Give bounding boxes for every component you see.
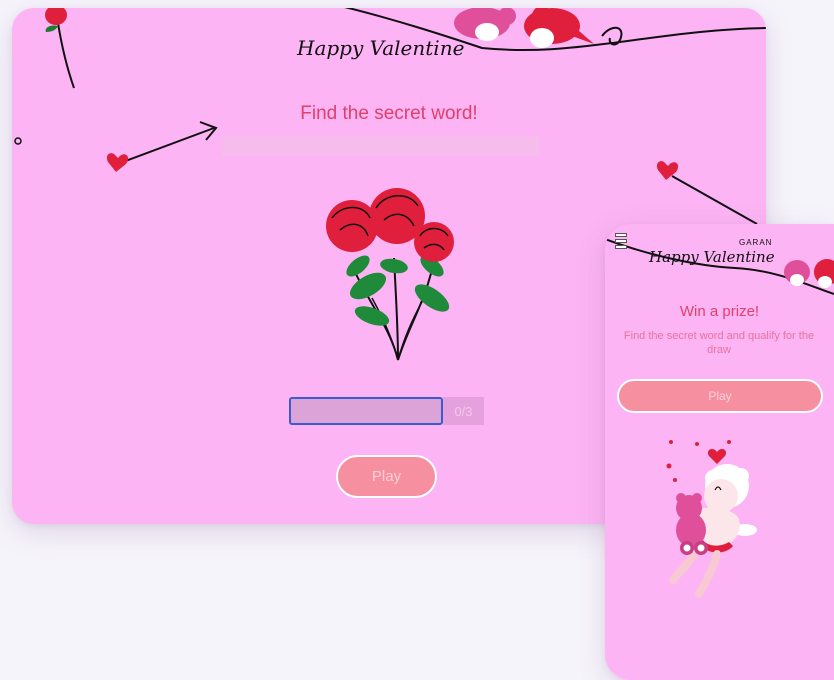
secret-word-input[interactable] xyxy=(289,397,443,425)
happy-valentine-banner: Happy Valentine xyxy=(649,248,775,266)
heart-arrow-icon xyxy=(106,121,218,172)
play-button[interactable]: Play xyxy=(336,455,437,498)
menu-icon[interactable] xyxy=(615,233,627,249)
love-birds-icon xyxy=(454,8,594,48)
page-title: Find the secret word! xyxy=(300,103,478,124)
play-button[interactable]: Play xyxy=(617,379,823,413)
rose-bouquet-icon xyxy=(326,188,454,361)
brand-label: GARAN xyxy=(739,238,773,247)
attempts-counter: 0/3 xyxy=(443,397,484,425)
mobile-decorations xyxy=(605,238,834,598)
heart-arrow-icon xyxy=(656,161,758,225)
rose-icon xyxy=(45,8,75,89)
prize-title: Win a prize! xyxy=(679,303,760,320)
prize-subtitle: Find the secret word and qualify for the… xyxy=(623,330,815,356)
love-birds-icon xyxy=(784,259,834,288)
mobile-preview: Happy Valentine GARAN Win a prize! Find … xyxy=(605,224,834,680)
happy-valentine-banner: Happy Valentine xyxy=(297,36,465,60)
cupid-teddy-icon xyxy=(666,440,757,598)
secret-word-hint xyxy=(222,136,539,156)
